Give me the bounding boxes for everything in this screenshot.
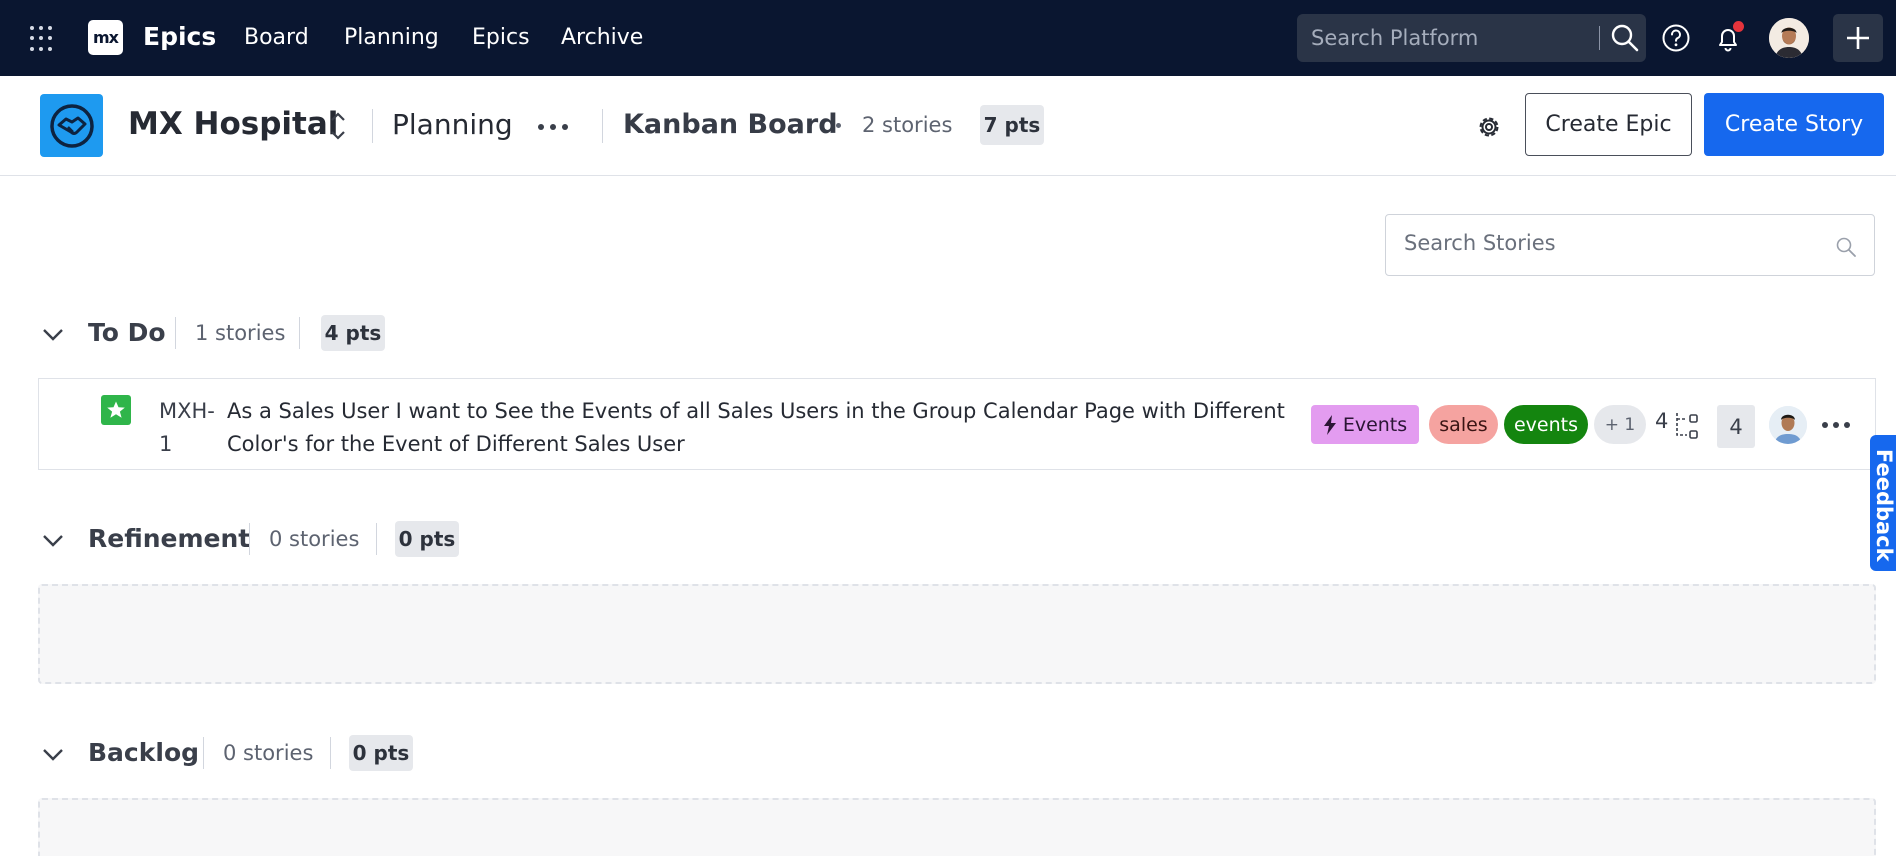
chevron-down-icon[interactable] — [40, 741, 66, 767]
section-stories-count: 0 stories — [223, 741, 314, 765]
section-header-todo: To Do 1 stories 4 pts — [40, 313, 640, 353]
plus-icon — [1847, 27, 1869, 49]
section-divider — [376, 523, 377, 555]
nav-link-board[interactable]: Board — [244, 25, 309, 50]
section-divider — [330, 737, 331, 769]
mx-logo[interactable]: mx — [88, 20, 123, 55]
search-divider — [1599, 26, 1600, 50]
section-points-badge: 0 pts — [349, 735, 413, 771]
story-key[interactable]: MXH-1 — [159, 395, 215, 461]
app-grid-icon[interactable] — [30, 26, 56, 52]
more-labels-badge[interactable]: + 1 — [1594, 405, 1646, 444]
story-estimate[interactable]: 4 — [1717, 405, 1755, 448]
user-avatar[interactable] — [1769, 18, 1809, 58]
search-stories-input[interactable] — [1404, 231, 1824, 255]
chevron-down-icon[interactable] — [40, 527, 66, 553]
project-icon[interactable] — [40, 94, 103, 157]
epic-tag[interactable]: Events — [1311, 405, 1419, 444]
nav-link-epics[interactable]: Epics — [472, 25, 530, 50]
section-divider — [249, 523, 250, 555]
search-platform-input[interactable] — [1311, 26, 1591, 50]
global-create-button[interactable] — [1833, 14, 1883, 62]
story-title[interactable]: As a Sales User I want to See the Events… — [227, 395, 1317, 461]
board-name: Kanban Board — [623, 109, 838, 140]
subtasks-icon[interactable] — [1673, 409, 1701, 439]
section-divider — [299, 317, 300, 349]
header-divider — [602, 109, 603, 143]
create-story-button[interactable]: Create Story — [1704, 93, 1884, 156]
lightning-icon — [1323, 414, 1336, 435]
section-title: Backlog — [88, 738, 200, 767]
create-epic-button[interactable]: Create Epic — [1525, 93, 1692, 156]
section-divider — [175, 317, 176, 349]
story-type-icon — [101, 395, 131, 425]
board-points-badge: 7 pts — [980, 105, 1044, 145]
view-options-icon[interactable] — [538, 124, 568, 130]
handshake-icon — [49, 103, 94, 148]
project-name[interactable]: MX Hospital — [128, 106, 338, 142]
section-title: To Do — [88, 318, 166, 347]
chevron-down-icon[interactable] — [40, 321, 66, 347]
refinement-drop-zone[interactable] — [38, 584, 1876, 684]
nav-link-planning[interactable]: Planning — [344, 25, 439, 50]
story-more-icon[interactable] — [1822, 422, 1850, 428]
notification-dot — [1733, 21, 1744, 32]
nav-link-archive[interactable]: Archive — [561, 25, 643, 50]
section-points-badge: 4 pts — [321, 315, 385, 351]
header-divider — [372, 109, 373, 143]
project-switch-chevrons-icon[interactable] — [328, 106, 348, 146]
section-title: Refinement — [88, 524, 251, 553]
search-icon[interactable] — [1609, 22, 1641, 54]
board-stories-count: 2 stories — [862, 113, 953, 137]
backlog-drop-zone[interactable] — [38, 798, 1876, 856]
app-name[interactable]: Epics — [143, 22, 216, 51]
subtask-count: 4 — [1655, 409, 1669, 433]
project-header: MX Hospital Planning Kanban Board 2 stor… — [0, 76, 1896, 176]
star-icon — [107, 401, 125, 418]
section-stories-count: 1 stories — [195, 321, 286, 345]
help-icon[interactable] — [1658, 20, 1694, 56]
assignee-avatar[interactable] — [1769, 406, 1807, 444]
section-stories-count: 0 stories — [269, 527, 360, 551]
top-navigation-bar: mx Epics Board Planning Epics Archive — [0, 0, 1896, 76]
section-header-refinement: Refinement 0 stories 0 pts — [40, 519, 640, 559]
feedback-label: Feedback — [1872, 449, 1896, 562]
section-header-backlog: Backlog 0 stories 0 pts — [40, 733, 640, 773]
view-name[interactable]: Planning — [392, 108, 513, 141]
feedback-tab[interactable]: Feedback — [1870, 435, 1896, 571]
epic-tag-label: Events — [1342, 413, 1408, 436]
search-stories — [1385, 214, 1875, 276]
section-points-badge: 0 pts — [395, 521, 459, 557]
story-row[interactable]: MXH-1 As a Sales User I want to See the … — [38, 378, 1876, 470]
search-platform — [1297, 14, 1646, 62]
gear-icon[interactable] — [1475, 113, 1503, 141]
section-divider — [203, 737, 204, 769]
label-tag-sales[interactable]: sales — [1429, 405, 1498, 444]
bullet-separator — [836, 123, 841, 128]
label-tag-events[interactable]: events — [1504, 405, 1588, 444]
search-icon[interactable] — [1835, 236, 1857, 258]
